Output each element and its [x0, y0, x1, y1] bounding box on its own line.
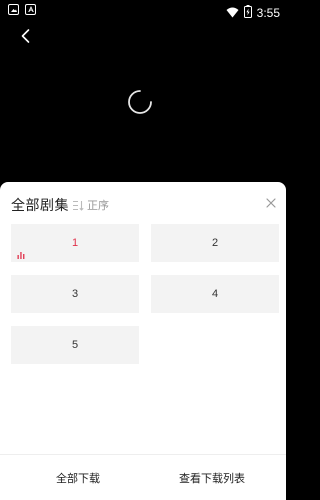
episode-label: 4	[211, 288, 219, 300]
video-player[interactable]	[0, 22, 286, 182]
close-icon	[266, 198, 276, 208]
episode-tile-1[interactable]: 1	[11, 224, 139, 262]
footer-actions: 全部下载 查看下载列表	[0, 454, 286, 500]
wifi-icon	[226, 3, 239, 22]
chevron-left-icon	[21, 29, 30, 43]
episode-label: 5	[71, 339, 79, 351]
text-notification-icon	[25, 4, 36, 15]
sort-list-icon	[73, 200, 84, 211]
panel-title: 全部剧集	[11, 198, 69, 214]
close-button[interactable]	[264, 195, 278, 209]
status-right-icons: 3:55	[226, 3, 280, 22]
image-notification-icon	[8, 4, 19, 15]
sort-toggle[interactable]: 正序	[72, 197, 109, 213]
episode-tile-3[interactable]: 3	[11, 275, 139, 313]
loading-spinner-icon	[126, 88, 154, 116]
episode-panel: 全部剧集 正序 1 2 3 4 5	[0, 182, 286, 500]
episode-label: 1	[71, 237, 79, 249]
status-time: 3:55	[256, 5, 280, 20]
episode-panel-header: 全部剧集 正序	[0, 182, 286, 222]
episode-tile-2[interactable]: 2	[151, 224, 279, 262]
episode-label: 3	[71, 288, 79, 300]
view-download-list-button[interactable]: 查看下载列表	[138, 455, 286, 500]
battery-icon	[243, 3, 252, 22]
episode-tile-4[interactable]: 4	[151, 275, 279, 313]
download-all-button[interactable]: 全部下载	[0, 455, 156, 500]
status-bar: 3:55	[0, 0, 286, 22]
episode-tile-5[interactable]: 5	[11, 326, 139, 364]
back-button[interactable]	[14, 24, 38, 48]
episode-label: 2	[211, 237, 219, 249]
sort-label: 正序	[87, 199, 109, 212]
now-playing-icon	[17, 250, 25, 259]
status-left-icons	[8, 4, 36, 15]
